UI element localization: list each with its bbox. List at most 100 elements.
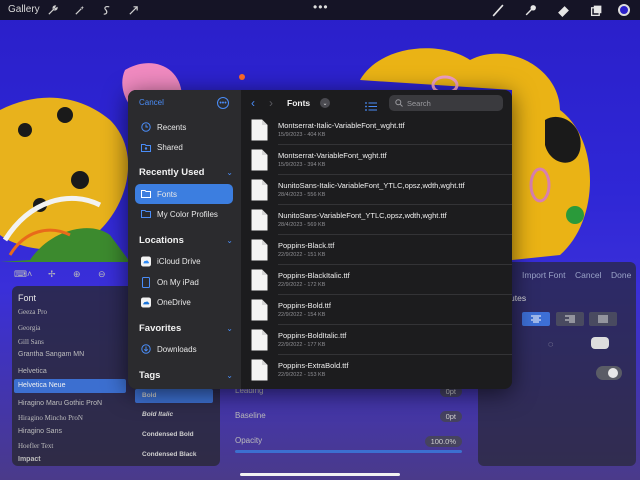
file-meta: 22/9/2022 - 151 KB	[278, 252, 326, 258]
file-row[interactable]: Poppins-BoldItalic.ttf 22/9/2022 - 177 KB	[241, 325, 512, 355]
document-icon	[251, 149, 268, 171]
section-title: Locations	[139, 235, 184, 246]
style-item-selected[interactable]: Bold	[135, 389, 213, 403]
sidebar-item-label: Fonts	[157, 189, 178, 199]
document-icon	[251, 269, 268, 291]
favorites-header[interactable]: Favorites ⌄	[139, 323, 233, 334]
font-item[interactable]: Hiragino Mincho ProN	[18, 414, 83, 422]
sidebar-item-label: Downloads	[157, 344, 197, 354]
search-input[interactable]	[407, 98, 499, 108]
document-icon	[251, 239, 268, 261]
color-swatch-icon[interactable]	[616, 2, 632, 18]
option-toggle[interactable]	[596, 366, 622, 380]
eraser-icon[interactable]	[555, 2, 571, 18]
magic-wand-icon[interactable]	[71, 2, 87, 18]
opacity-value[interactable]: 100.0%	[424, 436, 462, 447]
text-cursor-icon[interactable]: ✢	[48, 269, 56, 280]
folder-icon	[141, 189, 151, 199]
baseline-value[interactable]: 0pt	[439, 411, 462, 422]
import-font-button[interactable]: Import Font	[522, 270, 565, 280]
layers-icon[interactable]	[588, 2, 604, 18]
font-item[interactable]: Geeza Pro	[18, 308, 47, 316]
sidebar-item-label: Recents	[157, 122, 187, 132]
ipad-icon	[141, 276, 151, 288]
more-menu-dots[interactable]: •••	[313, 0, 329, 14]
file-row[interactable]: NunitoSans-VariableFont_YTLC,opsz,wdth,w…	[241, 205, 512, 235]
sidebar-item-icloud-drive[interactable]: iCloud Drive	[135, 251, 233, 271]
file-name: Poppins-BoldItalic.ttf	[278, 331, 347, 340]
file-row[interactable]: Montserrat-VariableFont_wght.ttf 15/9/202…	[241, 145, 512, 175]
back-chevron-icon[interactable]: ‹	[251, 96, 255, 110]
add-circle-icon[interactable]: ⊕	[73, 269, 81, 280]
forward-chevron-icon[interactable]: ›	[269, 96, 273, 110]
file-row[interactable]: Poppins-Black.ttf 22/9/2022 - 151 KB	[241, 235, 512, 265]
file-meta: 15/9/2023 - 404 KB	[278, 132, 326, 138]
sidebar-item-onedrive[interactable]: OneDrive	[135, 292, 233, 312]
align-right-button[interactable]	[556, 312, 584, 326]
font-item[interactable]: Grantha Sangam MN	[18, 351, 84, 358]
brush-icon[interactable]	[489, 2, 505, 18]
style-item[interactable]: Condensed Bold	[135, 428, 213, 442]
font-item[interactable]: Gill Sans	[18, 338, 44, 346]
align-justify-button[interactable]	[589, 312, 617, 326]
sidebar-item-my-color-profiles[interactable]: My Color Profiles	[135, 204, 233, 224]
font-item[interactable]: Hiragino Maru Gothic ProN	[18, 400, 102, 407]
sidebar-item-fonts[interactable]: Fonts	[135, 184, 233, 204]
file-name: Montserrat-VariableFont_wght.ttf	[278, 151, 387, 160]
gallery-button[interactable]: Gallery	[8, 4, 40, 15]
style-item[interactable]: Condensed Black	[135, 448, 213, 462]
transform-arrow-icon[interactable]	[125, 2, 141, 18]
align-center-button[interactable]	[522, 312, 550, 326]
font-item[interactable]: Georgia	[18, 324, 40, 332]
picker-cancel-button[interactable]: Cancel	[139, 98, 164, 107]
locations-header[interactable]: Locations ⌄	[139, 235, 233, 246]
file-name: Montserrat-Italic-VariableFont_wght.ttf	[278, 121, 405, 130]
font-item[interactable]: Hiragino Sans	[18, 428, 62, 435]
text-box-icon[interactable]	[591, 337, 609, 349]
font-item[interactable]: Hoefler Text	[18, 442, 53, 450]
recently-used-header[interactable]: Recently Used ⌄	[139, 167, 233, 178]
sidebar-item-downloads[interactable]: Downloads	[135, 339, 233, 359]
file-meta: 28/4/2023 - 569 KB	[278, 222, 326, 228]
sidebar-item-on-my-ipad[interactable]: On My iPad	[135, 272, 233, 292]
file-row[interactable]: NunitoSans-Italic-VariableFont_YTLC,opsz…	[241, 175, 512, 205]
chevron-down-icon[interactable]: ⌄	[320, 98, 330, 108]
file-row[interactable]: Poppins-BlackItalic.ttf 22/9/2022 - 172 K…	[241, 265, 512, 295]
file-row[interactable]: Poppins-ExtraBold.ttf 22/9/2022 - 153 KB	[241, 355, 512, 385]
chevron-down-circle-icon[interactable]: ⊖	[98, 269, 106, 280]
tags-header[interactable]: Tags ⌄	[139, 370, 233, 381]
more-options-icon[interactable]: •••	[217, 97, 229, 109]
outline-circle-icon[interactable]: ◌	[548, 339, 553, 349]
keyboard-icon[interactable]: ⌨˄	[14, 269, 32, 280]
font-item[interactable]: Impact	[18, 456, 41, 463]
style-item[interactable]: Bold Italic	[135, 408, 213, 422]
document-icon	[251, 329, 268, 351]
file-row[interactable]: Poppins-Bold.ttf 22/9/2022 - 154 KB	[241, 295, 512, 325]
smudge-icon[interactable]	[522, 2, 538, 18]
list-view-icon[interactable]	[365, 98, 377, 116]
file-meta: 28/4/2023 - 556 KB	[278, 192, 326, 198]
section-title: Recently Used	[139, 167, 205, 178]
text-attributes-panel: Leading 0pt Baseline 0pt Opacity 100.0%	[225, 386, 470, 466]
sidebar-item-recents[interactable]: Recents	[135, 117, 233, 137]
done-button[interactable]: Done	[611, 270, 631, 280]
wrench-icon[interactable]	[44, 2, 60, 18]
picker-sidebar: Cancel ••• Recents Shared Recently Used …	[128, 90, 241, 389]
document-icon	[251, 299, 268, 321]
file-name: Poppins-Bold.ttf	[278, 301, 331, 310]
file-name: Poppins-Black.ttf	[278, 241, 335, 250]
opacity-slider[interactable]	[235, 450, 462, 453]
font-item[interactable]: Helvetica	[18, 368, 47, 375]
selection-s-icon[interactable]	[98, 2, 114, 18]
sidebar-item-shared[interactable]: Shared	[135, 137, 233, 157]
cancel-text-button[interactable]: Cancel	[575, 270, 601, 280]
folder-icon	[141, 209, 151, 219]
file-meta: 22/9/2022 - 153 KB	[278, 372, 326, 378]
sidebar-item-label: Shared	[157, 142, 183, 152]
selected-font-row[interactable]: Helvetica Neue	[14, 379, 126, 393]
folder-title[interactable]: Fonts	[287, 98, 310, 108]
file-name: Poppins-BlackItalic.ttf	[278, 271, 350, 280]
chevron-down-icon: ⌄	[226, 168, 233, 177]
font-header: Font	[18, 293, 37, 303]
file-row[interactable]: Montserrat-Italic-VariableFont_wght.ttf 1…	[241, 115, 512, 145]
